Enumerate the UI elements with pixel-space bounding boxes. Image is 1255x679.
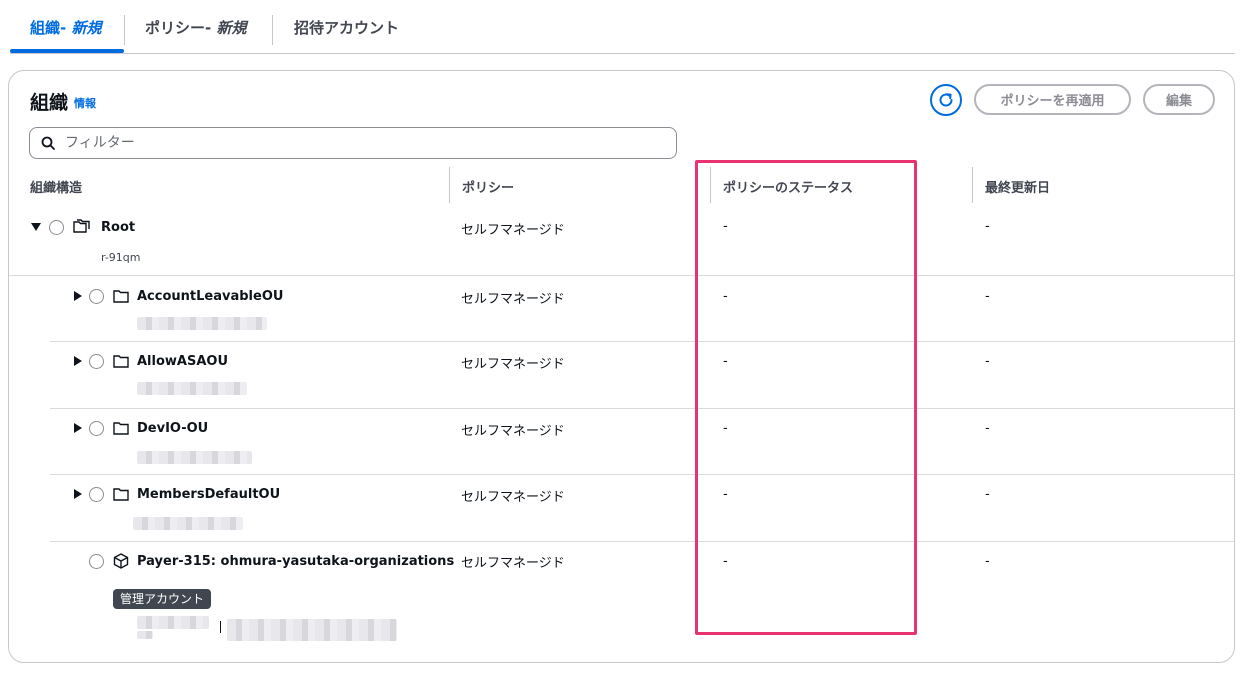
row-divider [50,408,1234,409]
row-policy: セルフマネージド [461,424,565,439]
reapply-policy-button[interactable]: ポリシーを再適用 [974,84,1131,115]
tab-organization-new: 新規 [71,19,102,37]
header-policy-status[interactable]: ポリシーのステータス [723,177,853,196]
header-last-updated[interactable]: 最終更新日 [985,177,1050,196]
column-divider[interactable] [710,167,711,203]
redacted-email [227,619,397,641]
row-updated: - [985,554,990,569]
refresh-button[interactable] [930,84,962,116]
tab-invited-accounts[interactable]: 招待アカウント [294,17,399,43]
column-divider[interactable] [972,167,973,203]
row-status: - [723,219,728,234]
tab-divider [272,15,273,45]
expand-caret[interactable] [74,423,82,433]
row-updated: - [985,421,990,436]
redacted-id [137,317,267,330]
row-updated: - [985,487,990,502]
expand-caret[interactable] [74,291,82,301]
organization-panel: 組織 情報 ポリシーを再適用 編集 組織構造 ポリシー ポリシーのステータス 最… [8,70,1235,663]
row-updated: - [985,289,990,304]
search-icon [41,136,55,150]
column-divider[interactable] [449,167,450,203]
row-status: - [723,354,728,369]
redacted-id [137,382,247,395]
redacted-account-id [137,616,209,629]
folder-icon [113,422,129,435]
row-name[interactable]: AllowASAOU [137,354,228,369]
tab-invited-accounts-label: 招待アカウント [294,19,400,37]
tab-policies-label: ポリシー- [145,19,217,37]
row-name[interactable]: MembersDefaultOU [137,487,280,502]
row-updated: - [985,354,990,369]
redacted-id [137,451,252,464]
account-cube-icon [113,553,129,569]
row-radio[interactable] [89,487,104,502]
redacted-id [133,517,243,530]
row-divider [9,275,1234,276]
tab-policies-new: 新規 [216,19,247,37]
expand-caret[interactable] [74,356,82,366]
info-link[interactable]: 情報 [74,95,96,111]
root-id: r-91qm [101,251,141,264]
folder-icon [113,488,129,501]
panel-title: 組織 [30,92,69,114]
root-icon [73,219,90,233]
collapse-caret[interactable] [31,223,41,231]
row-policy: セルフマネージド [461,292,565,307]
tab-bar: 組織- 新規 ポリシー- 新規 招待アカウント [10,0,1235,54]
folder-icon [113,290,129,303]
row-radio[interactable] [49,220,64,235]
row-divider [50,474,1234,475]
row-status: - [723,487,728,502]
folder-icon [113,355,129,368]
row-name[interactable]: Payer-315: ohmura-yasutaka-organizations [137,554,454,569]
header-structure[interactable]: 組織構造 [30,177,82,196]
row-divider [50,341,1234,342]
row-policy: セルフマネージド [461,357,565,372]
management-account-badge: 管理アカウント [113,589,212,609]
redacted-account-id [137,631,153,639]
expand-caret[interactable] [74,489,82,499]
filter-field[interactable] [29,127,677,159]
row-updated: - [985,219,990,234]
row-policy: セルフマネージド [461,490,565,505]
row-name[interactable]: Root [101,220,135,235]
row-radio[interactable] [89,554,104,569]
refresh-icon [939,93,953,107]
row-policy: セルフマネージド [461,223,565,238]
row-radio[interactable] [89,289,104,304]
tab-organization[interactable]: 組織- 新規 [30,17,101,43]
tab-organization-label: 組織- [30,19,72,37]
row-status: - [723,421,728,436]
row-radio[interactable] [89,354,104,369]
separator [220,621,221,633]
header-policy[interactable]: ポリシー [462,177,514,196]
row-name[interactable]: AccountLeavableOU [137,289,283,304]
tab-divider [124,15,125,45]
tab-policies[interactable]: ポリシー- 新規 [145,17,246,43]
column-divider [1234,167,1235,203]
row-policy: セルフマネージド [461,556,565,571]
filter-input[interactable] [65,135,645,151]
row-status: - [723,289,728,304]
edit-button[interactable]: 編集 [1143,84,1215,115]
row-name[interactable]: DevIO-OU [137,421,208,436]
row-radio[interactable] [89,421,104,436]
row-status: - [723,554,728,569]
active-tab-indicator [10,49,124,53]
row-divider [50,541,1234,542]
